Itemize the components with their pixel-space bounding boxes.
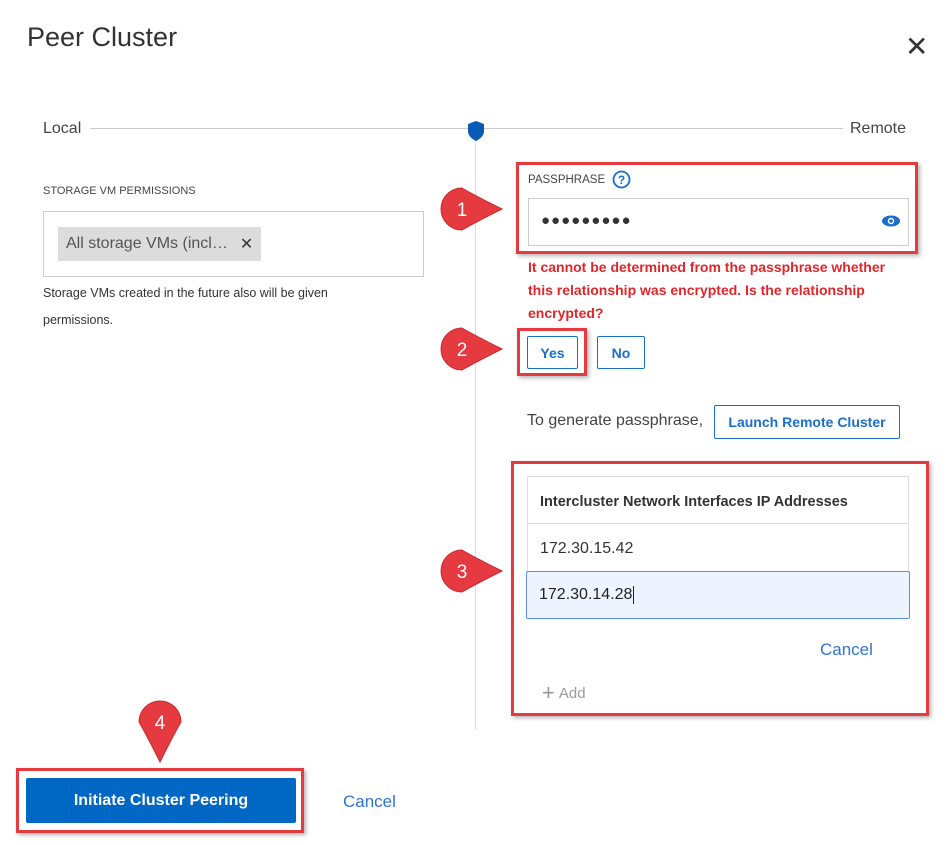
storage-vm-select[interactable]: All storage VMs (incl… ✕ bbox=[43, 211, 424, 277]
ip-table-header: Intercluster Network Interfaces IP Addre… bbox=[540, 494, 848, 510]
shield-icon[interactable] bbox=[467, 121, 485, 141]
storage-vm-chip: All storage VMs (incl… ✕ bbox=[58, 227, 262, 261]
help-line: Storage VMs created in the future also w… bbox=[43, 286, 328, 300]
dialog-title: Peer Cluster bbox=[27, 22, 178, 52]
passphrase-input[interactable]: ●●●●●●●●● bbox=[528, 198, 909, 246]
error-line: encrypted? bbox=[528, 305, 604, 321]
callout-1: 1 bbox=[440, 187, 504, 231]
svg-text:?: ? bbox=[618, 173, 625, 187]
error-line: It cannot be determined from the passphr… bbox=[528, 259, 886, 275]
passphrase-value: ●●●●●●●●● bbox=[541, 212, 632, 229]
remote-label: Remote bbox=[850, 120, 907, 137]
ip-row[interactable]: 172.30.15.42 bbox=[540, 540, 633, 558]
svg-text:1: 1 bbox=[457, 200, 468, 221]
ip-address-input[interactable]: 172.30.14.28 bbox=[526, 571, 910, 619]
local-label: Local bbox=[43, 120, 82, 137]
callout-2: 2 bbox=[440, 327, 504, 371]
cancel-button[interactable]: Cancel bbox=[343, 792, 396, 812]
eye-icon[interactable] bbox=[881, 214, 901, 228]
svg-text:2: 2 bbox=[457, 340, 468, 361]
help-line: permissions. bbox=[43, 313, 114, 327]
callout-3: 3 bbox=[440, 549, 504, 593]
encryption-error: It cannot be determined from the passphr… bbox=[528, 256, 885, 325]
permissions-help: Storage VMs created in the future also w… bbox=[43, 280, 328, 334]
add-label: Add bbox=[558, 684, 586, 702]
ip-cancel-link[interactable]: Cancel bbox=[820, 640, 873, 660]
callout-4: 4 bbox=[138, 700, 182, 764]
launch-remote-cluster-button[interactable]: Launch Remote Cluster bbox=[714, 405, 900, 439]
initiate-cluster-peering-button[interactable]: Initiate Cluster Peering bbox=[26, 778, 296, 823]
close-icon[interactable]: ✕ bbox=[905, 30, 928, 63]
plus-icon: + bbox=[542, 680, 555, 705]
passphrase-label: PASSPHRASE bbox=[528, 174, 606, 186]
chip-label: All storage VMs (incl… bbox=[66, 235, 228, 252]
svg-text:3: 3 bbox=[457, 562, 468, 583]
remove-chip-icon[interactable]: ✕ bbox=[240, 234, 253, 254]
add-ip-button[interactable]: + Add bbox=[542, 680, 586, 705]
error-line: this relationship was encrypted. Is the … bbox=[528, 282, 865, 298]
generate-text: To generate passphrase, bbox=[527, 412, 704, 429]
no-button[interactable]: No bbox=[597, 336, 645, 369]
svg-text:4: 4 bbox=[155, 713, 166, 734]
yes-button[interactable]: Yes bbox=[527, 336, 578, 369]
ip-input-value: 172.30.14.28 bbox=[539, 586, 635, 604]
permissions-label: STORAGE VM PERMISSIONS bbox=[43, 185, 196, 197]
help-icon[interactable]: ? bbox=[612, 170, 631, 189]
ip-table: Intercluster Network Interfaces IP Addre… bbox=[527, 476, 909, 573]
